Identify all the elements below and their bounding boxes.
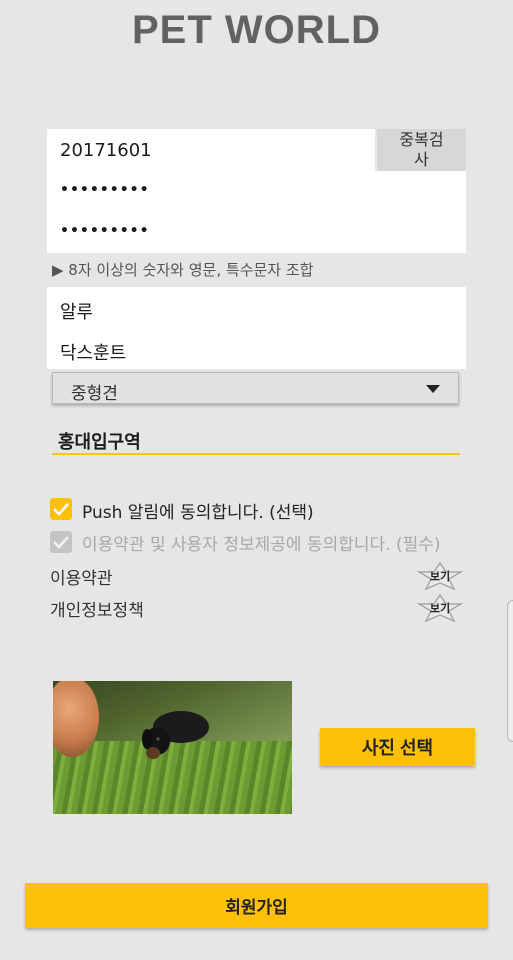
push-checkbox[interactable]	[50, 498, 72, 520]
check-icon	[53, 503, 69, 516]
password-hint: ▶ 8자 이상의 숫자와 영문, 특수문자 조합	[52, 261, 314, 279]
app-title: PET WORLD	[132, 8, 381, 52]
push-checkbox-label: Push 알림에 동의합니다. (선택)	[82, 503, 314, 523]
terms-view-label: 보기	[429, 570, 451, 583]
check-icon	[53, 536, 69, 549]
privacy-view-button[interactable]: 보기	[415, 593, 465, 623]
chevron-down-icon	[426, 385, 440, 393]
terms-label: 이용약관	[50, 569, 113, 589]
signup-label: 회원가입	[225, 898, 288, 917]
select-photo-label: 사진 선택	[361, 738, 434, 758]
location-field[interactable]: 홍대입구역	[58, 428, 141, 454]
terms-checkbox	[50, 531, 72, 553]
location-underline	[52, 453, 460, 455]
pet-photo	[53, 681, 292, 814]
signup-button[interactable]: 회원가입	[25, 883, 488, 928]
privacy-view-label: 보기	[429, 602, 451, 615]
edge-panel-handle[interactable]	[507, 600, 513, 742]
duplicate-check-label: 중복검 사	[399, 131, 444, 169]
pet-size-value: 중형견	[71, 384, 118, 404]
pet-breed-field[interactable]: 닥스훈트	[60, 339, 126, 365]
user-id-field[interactable]: 20171601	[60, 140, 152, 161]
password-field[interactable]: •••••••••	[60, 182, 150, 198]
privacy-label: 개인정보정책	[50, 601, 144, 621]
duplicate-check-button[interactable]: 중복검 사	[375, 129, 466, 171]
terms-checkbox-label: 이용약관 및 사용자 정보제공에 동의합니다. (필수)	[82, 535, 441, 555]
pet-name-field[interactable]: 알루	[60, 298, 93, 324]
terms-view-button[interactable]: 보기	[415, 561, 465, 591]
pet-size-select[interactable]: 중형견	[52, 372, 459, 404]
password-confirm-field[interactable]: •••••••••	[60, 223, 150, 239]
select-photo-button[interactable]: 사진 선택	[320, 728, 475, 766]
